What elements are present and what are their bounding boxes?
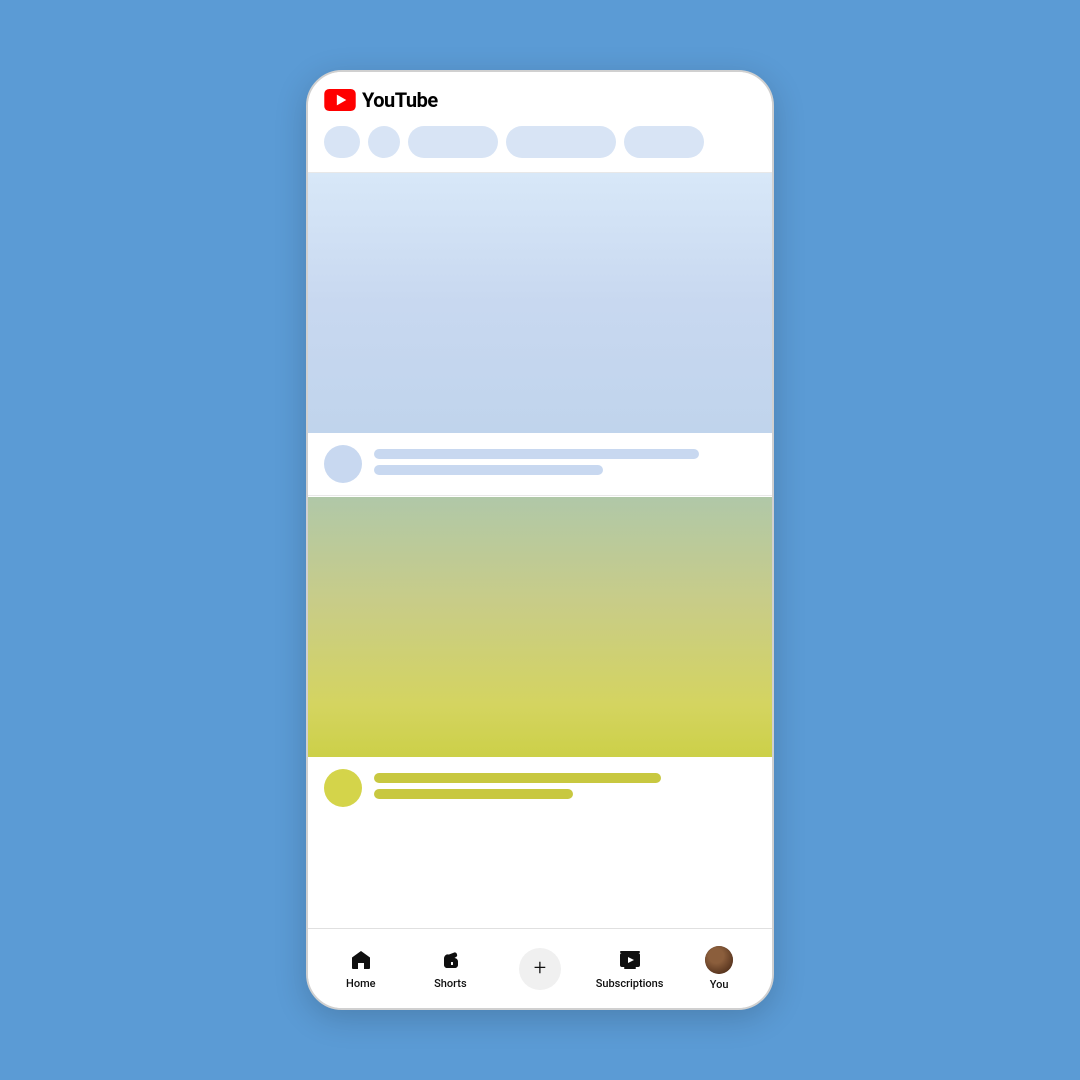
shorts-icon — [437, 947, 463, 973]
nav-item-home[interactable]: Home — [316, 947, 406, 990]
nav-item-you[interactable]: You — [674, 946, 764, 991]
channel-avatar-2[interactable] — [324, 769, 362, 807]
yt-logo-icon — [324, 89, 356, 111]
nav-item-add[interactable]: + — [495, 948, 585, 990]
home-icon — [348, 947, 374, 973]
nav-item-subscriptions[interactable]: Subscriptions — [585, 947, 675, 990]
home-label: Home — [346, 977, 376, 990]
video-meta-1 — [374, 465, 603, 475]
video-thumbnail-1[interactable] — [308, 173, 772, 433]
chip-circle[interactable] — [368, 126, 400, 158]
chip-square[interactable] — [324, 126, 360, 158]
video-text-1 — [374, 445, 756, 475]
you-label: You — [710, 978, 729, 991]
video-title-1 — [374, 449, 699, 459]
video-info-2 — [308, 757, 772, 819]
content-area — [308, 173, 772, 928]
video-text-2 — [374, 769, 756, 799]
chip-1[interactable] — [408, 126, 498, 158]
user-avatar — [705, 946, 733, 974]
chip-2[interactable] — [506, 126, 616, 158]
divider-mid — [308, 495, 772, 496]
subscriptions-icon — [617, 947, 643, 973]
video-meta-2 — [374, 789, 573, 799]
app-title: YouTube — [362, 88, 438, 112]
video-title-2 — [374, 773, 661, 783]
phone-frame: YouTube — [306, 70, 774, 1010]
chips-row — [324, 126, 756, 162]
video-info-1 — [308, 433, 772, 495]
add-button[interactable]: + — [519, 948, 561, 990]
subscriptions-label: Subscriptions — [596, 977, 664, 990]
yt-logo: YouTube — [324, 88, 756, 112]
bottom-nav: Home Shorts + — [308, 928, 772, 1008]
shorts-label: Shorts — [434, 977, 467, 990]
video-thumbnail-2[interactable] — [308, 497, 772, 757]
nav-item-shorts[interactable]: Shorts — [406, 947, 496, 990]
chip-3[interactable] — [624, 126, 704, 158]
channel-avatar-1[interactable] — [324, 445, 362, 483]
header: YouTube — [308, 72, 772, 172]
